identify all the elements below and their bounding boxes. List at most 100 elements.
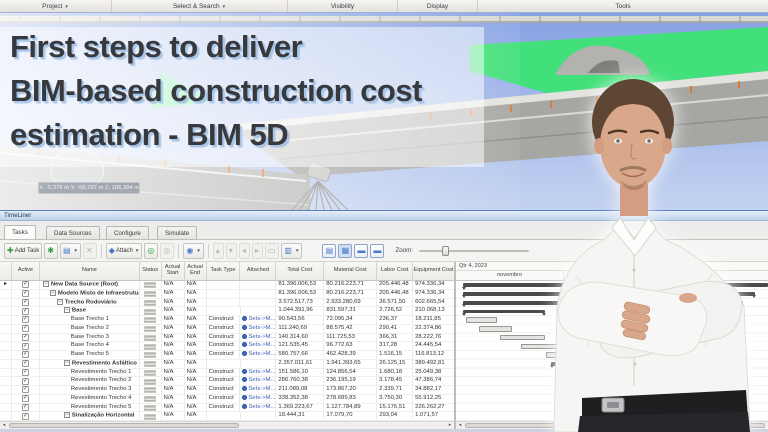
col-name[interactable]: Name	[39, 262, 140, 281]
view-top-button[interactable]: ▬	[354, 243, 369, 258]
indent-left-button[interactable]: ◂	[238, 242, 250, 259]
table-row[interactable]: ✓ Revestimento Trecho 5 N/A N/A Construct Set…	[0, 403, 454, 413]
table-row[interactable]: ✓ − Trecho Rodoviário N/A N/A 3.572.517,73 2.9…	[0, 298, 454, 308]
title-line-2: BIM-based construction cost	[10, 73, 422, 108]
table-row[interactable]: ✓ − Revestimento Asfáltico N/A N/A 2.357.011,…	[0, 359, 454, 369]
active-checkbox[interactable]: ✓	[21, 377, 29, 385]
active-checkbox[interactable]: ✓	[21, 412, 29, 420]
task-table-header: Active Name Status Actual Start Actual E…	[0, 262, 454, 281]
active-checkbox[interactable]: ✓	[21, 360, 29, 368]
chevron-down-icon: ▼	[73, 248, 79, 253]
indent-right-button[interactable]: ▸	[251, 242, 263, 259]
active-checkbox[interactable]: ✓	[21, 307, 29, 315]
table-horizontal-scrollbar[interactable]: ◂ ▸	[0, 421, 454, 429]
active-checkbox[interactable]: ✓	[21, 386, 29, 394]
status-icon	[144, 387, 157, 394]
active-checkbox[interactable]: ✓	[21, 290, 29, 298]
active-checkbox[interactable]: ✓	[21, 316, 29, 324]
collapse-icon[interactable]: −	[49, 289, 56, 296]
move-up-button[interactable]: ▴	[212, 242, 224, 259]
table-row[interactable]: ▸ ✓ − New Data Source (Root) N/A N/A 81.396.00…	[0, 281, 454, 290]
collapse-icon[interactable]: −	[56, 298, 63, 305]
col-actual-end[interactable]: Actual End	[184, 262, 207, 281]
table-row[interactable]: ✓ − Modelo Misto de Infraestrutura N/A N/A 81…	[0, 289, 454, 299]
col-material-cost[interactable]: Material Cost	[324, 262, 378, 281]
add-task-dropdown-button[interactable]: ▤ ▼	[59, 242, 82, 259]
gantt-bar-task[interactable]	[479, 326, 512, 332]
move-down-icon: ▾	[228, 245, 233, 255]
table-scroll-thumb[interactable]	[9, 423, 239, 428]
table-row[interactable]: ✓ − Sinalização Horizontal N/A N/A 18.444,31 1…	[0, 412, 454, 421]
active-checkbox[interactable]: ✓	[21, 342, 29, 350]
view-bottom-button[interactable]: ▬	[370, 243, 385, 258]
auto-attach-button[interactable]: ◉ ▼	[183, 242, 204, 259]
menu-project-label: Project	[42, 2, 63, 10]
view-tasks-button[interactable]: ▤	[322, 243, 337, 258]
add-task-button[interactable]: ✚ Add Task	[4, 242, 43, 259]
tab-data-sources[interactable]: Data Sources	[46, 226, 100, 239]
menu-visibility[interactable]: Visibility	[288, 0, 398, 12]
zoom-slider-handle[interactable]	[441, 245, 449, 256]
move-down-button[interactable]: ▾	[225, 242, 237, 259]
table-row[interactable]: ✓ Base Trecho 2 N/A N/A Construct Sets->M... 1…	[0, 324, 454, 334]
insert-task-button[interactable]: ✱	[44, 242, 58, 259]
table-row[interactable]: ✓ Revestimento Trecho 2 N/A N/A Construct Set…	[0, 377, 454, 386]
table-row[interactable]: ✓ Revestimento Trecho 4 N/A N/A Construct Set…	[0, 394, 454, 404]
active-checkbox[interactable]: ✓	[21, 403, 29, 411]
menu-select-search[interactable]: Select & Search ▼	[112, 0, 288, 12]
active-checkbox[interactable]: ✓	[21, 298, 29, 306]
scroll-left-icon[interactable]: ◂	[456, 422, 464, 429]
col-actual-start[interactable]: Actual Start	[161, 262, 185, 281]
tab-tasks[interactable]: Tasks	[4, 225, 36, 239]
comment-button[interactable]: ▭	[264, 242, 280, 259]
col-active[interactable]: Active	[11, 262, 40, 281]
scroll-right-icon[interactable]: ▸	[446, 422, 454, 429]
table-row[interactable]: ✓ Base Trecho 1 N/A N/A Construct Sets->M... 9…	[0, 316, 454, 325]
menu-tools[interactable]: Tools	[478, 0, 768, 12]
active-checkbox[interactable]: ✓	[21, 395, 29, 403]
table-row[interactable]: ✓ Revestimento Trecho 3 N/A N/A Construct Set…	[0, 386, 454, 395]
zoom-slider[interactable]	[418, 245, 529, 257]
gantt-bar-task[interactable]	[466, 317, 497, 323]
active-checkbox[interactable]: ✓	[21, 281, 29, 289]
table-row[interactable]: ✓ Base Trecho 4 N/A N/A Construct Sets->M... 1…	[0, 342, 454, 351]
button-label: Attach	[115, 247, 133, 254]
active-checkbox[interactable]: ✓	[21, 351, 29, 359]
col-status[interactable]: Status	[139, 262, 162, 281]
col-equipment-cost[interactable]: Equipment Cost	[413, 262, 454, 281]
col-task-type[interactable]: Task Type	[206, 262, 241, 281]
clear-attach-button[interactable]: ◎	[160, 242, 175, 259]
scroll-left-icon[interactable]: ◂	[0, 422, 8, 429]
menu-project[interactable]: Project ▼	[0, 0, 112, 12]
tab-simulate[interactable]: Simulate	[157, 226, 198, 239]
insert-task-icon: ✱	[47, 245, 54, 255]
col-attached[interactable]: Attached	[240, 262, 277, 281]
find-attached-icon: ◎	[147, 245, 155, 255]
task-name: − Sinalização Horizontal	[40, 412, 140, 420]
view-gantt-button[interactable]: ▦	[338, 243, 353, 258]
find-attached-button[interactable]: ◎	[144, 242, 159, 259]
active-checkbox[interactable]: ✓	[21, 333, 29, 341]
zoom-label: Zoom:	[395, 247, 413, 254]
tab-configure[interactable]: Configure	[106, 226, 149, 239]
table-row[interactable]: ✓ Base Trecho 5 N/A N/A Construct Sets->M... 5…	[0, 351, 454, 360]
columns-button[interactable]: ▥ ▼	[281, 242, 303, 259]
collapse-icon[interactable]: −	[63, 307, 70, 314]
delete-task-button[interactable]: ✕	[83, 242, 97, 259]
table-row[interactable]: ✓ Base Trecho 3 N/A N/A Construct Sets->M... 1…	[0, 333, 454, 343]
ribbon-menu-bar: Project ▼ Select & Search ▼ Visibility D…	[0, 0, 768, 13]
col-total-cost[interactable]: Total Cost	[276, 262, 325, 281]
table-row[interactable]: ✓ Revestimento Trecho 1 N/A N/A Construct Set…	[0, 368, 454, 378]
active-checkbox[interactable]: ✓	[21, 325, 29, 333]
collapse-icon[interactable]: −	[63, 412, 70, 419]
collapse-icon[interactable]: −	[63, 359, 70, 366]
belt-buckle-inner	[607, 402, 619, 408]
delete-task-icon: ✕	[86, 245, 93, 255]
active-checkbox[interactable]: ✓	[21, 368, 29, 376]
collapse-icon[interactable]: −	[42, 281, 49, 287]
table-row[interactable]: ✓ − Base N/A N/A 1.044.391,96 831.597,31 2.726,…	[0, 307, 454, 316]
gantt-bar-summary[interactable]	[462, 309, 546, 316]
menu-display[interactable]: Display	[398, 0, 478, 12]
col-labor-cost[interactable]: Labor Cost	[377, 262, 414, 281]
attach-button[interactable]: ◆ Attach ▼	[105, 242, 143, 259]
